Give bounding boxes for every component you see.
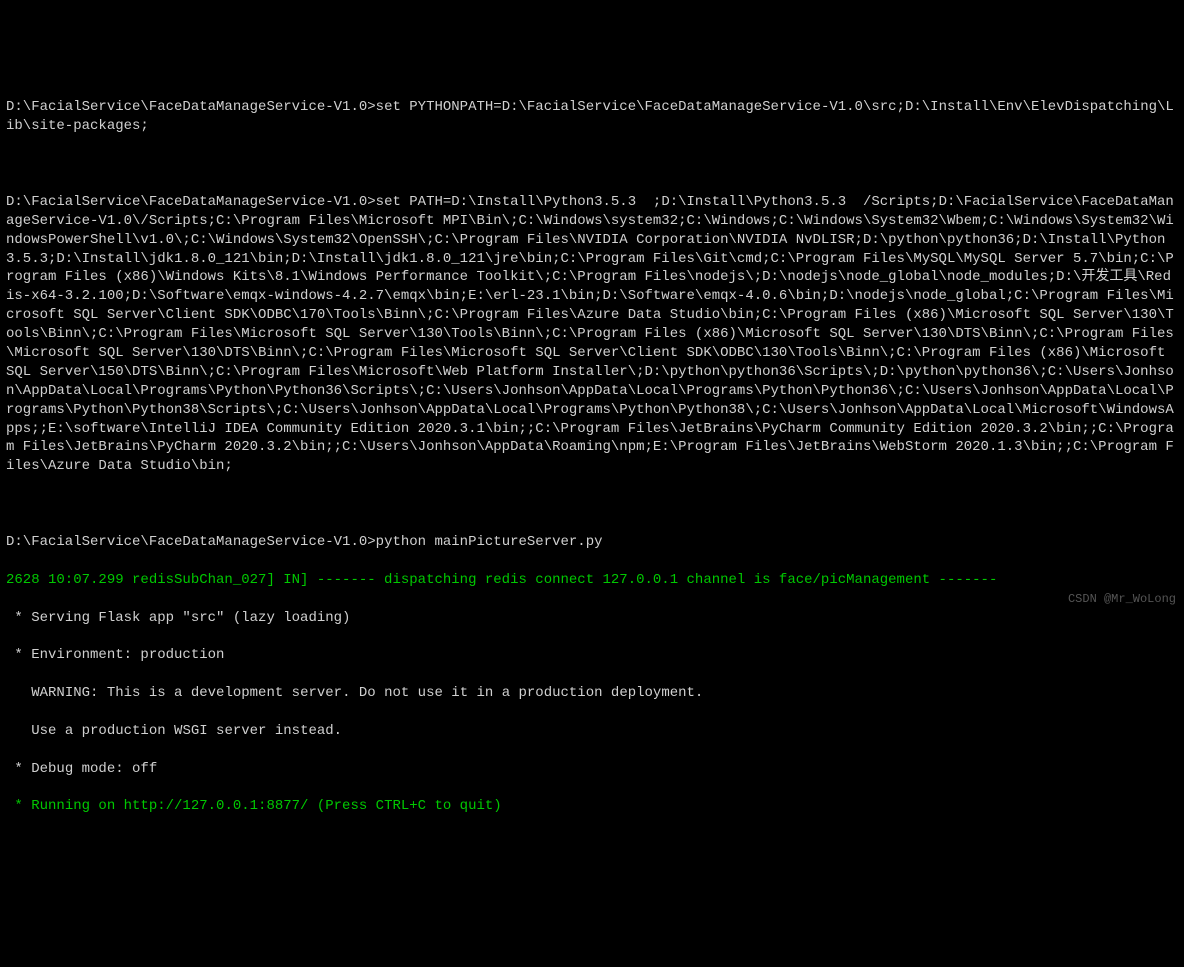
prompt-2: D:\FacialService\FaceDataManageService-V… (6, 194, 376, 210)
command-3: python mainPictureServer.py (376, 534, 603, 550)
prompt-3: D:\FacialService\FaceDataManageService-V… (6, 534, 376, 550)
flask-running-url: * Running on http://127.0.0.1:8877/ (Pre… (6, 797, 1178, 816)
flask-serving: * Serving Flask app "src" (lazy loading) (6, 609, 1178, 628)
log-redis-connect: 2628 10:07.299 redisSubChan_027] IN] ---… (6, 571, 1178, 590)
flask-environment: * Environment: production (6, 646, 1178, 665)
flask-warning: WARNING: This is a development server. D… (6, 684, 1178, 703)
prompt-1: D:\FacialService\FaceDataManageService-V… (6, 99, 376, 115)
terminal-output[interactable]: D:\FacialService\FaceDataManageService-V… (6, 80, 1178, 836)
command-2: set PATH=D:\Install\Python3.5.3 ;D:\Inst… (6, 194, 1174, 474)
flask-debug-mode: * Debug mode: off (6, 760, 1178, 779)
watermark: CSDN @Mr_WoLong (1068, 591, 1176, 607)
flask-wsgi-advice: Use a production WSGI server instead. (6, 722, 1178, 741)
blank-line-1 (6, 155, 1178, 174)
blank-line-2 (6, 495, 1178, 514)
